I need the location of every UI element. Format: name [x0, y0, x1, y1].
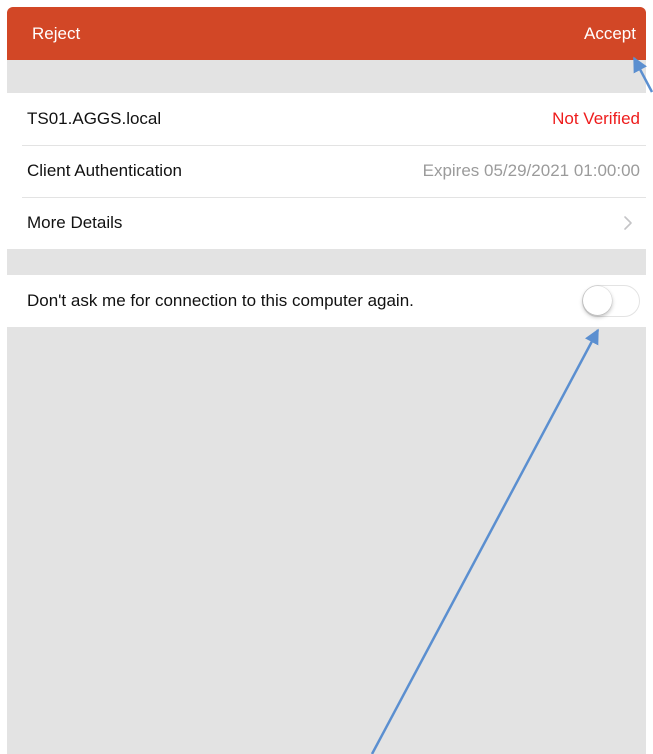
navigation-bar: Reject Accept — [7, 7, 646, 60]
reject-button[interactable]: Reject — [32, 23, 80, 45]
expiry-date: Expires 05/29/2021 01:00:00 — [422, 161, 640, 180]
hostname-row: TS01.AGGS.local Not Verified — [7, 93, 646, 145]
dont-ask-toggle[interactable] — [582, 285, 640, 317]
hostname-label: TS01.AGGS.local — [27, 109, 162, 128]
more-details-row[interactable]: More Details — [7, 197, 646, 249]
toggle-knob — [583, 286, 612, 315]
dont-ask-label: Don't ask me for connection to this comp… — [27, 291, 414, 310]
client-authentication-row: Client Authentication Expires 05/29/2021… — [7, 145, 646, 197]
certificate-info-group: TS01.AGGS.local Not Verified Client Auth… — [7, 93, 646, 249]
settings-group: Don't ask me for connection to this comp… — [7, 275, 646, 327]
accept-button[interactable]: Accept — [584, 23, 636, 45]
client-authentication-label: Client Authentication — [27, 161, 182, 180]
verification-status: Not Verified — [552, 109, 640, 128]
dont-ask-row: Don't ask me for connection to this comp… — [7, 275, 646, 327]
more-details-label: More Details — [27, 213, 123, 232]
certificate-dialog: Reject Accept TS01.AGGS.local Not Verifi… — [7, 7, 646, 754]
chevron-right-icon — [624, 216, 632, 230]
